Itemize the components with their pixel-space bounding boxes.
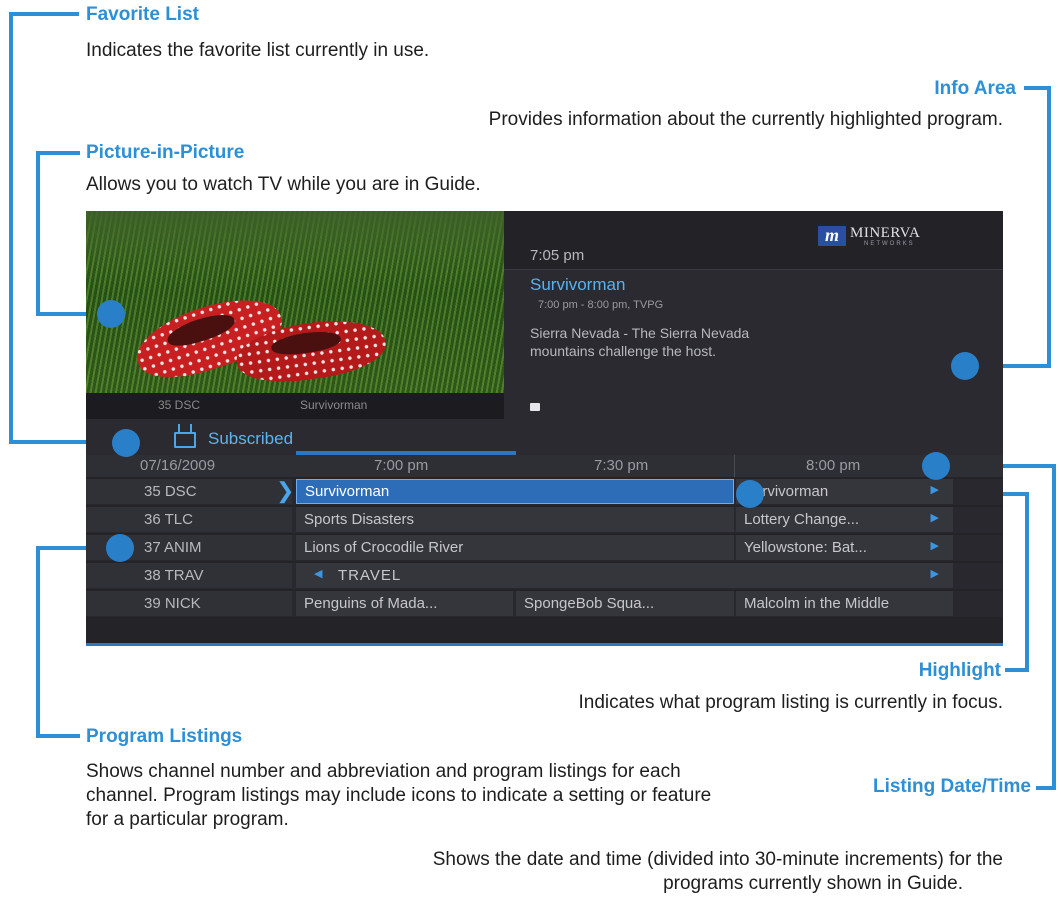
logo-subtext: NETWORKS: [864, 241, 915, 247]
listing-date: 07/16/2009: [140, 457, 216, 474]
info-area-title: Info Area: [934, 78, 1016, 99]
time-slot-3: 8:00 pm: [806, 457, 861, 474]
guide-screen: 35 DSC Survivorman 7:05 pm m MINERVA NET…: [86, 211, 1003, 646]
pip-channel: 35 DSC: [158, 398, 201, 412]
favorite-list-name: Subscribed: [208, 429, 294, 448]
continues-right-icon: ▶: [930, 568, 939, 580]
highlight-connector: [1025, 492, 1029, 672]
program-cell[interactable]: Lions of Crocodile River: [296, 535, 734, 560]
program-title: Survivorman: [530, 275, 626, 294]
time-slot-1: 7:00 pm: [374, 457, 429, 474]
pip-video[interactable]: [86, 211, 504, 393]
row-focus-chevron-icon: ❯: [276, 478, 295, 503]
continues-right-icon: ▶: [930, 540, 939, 552]
program-cell[interactable]: Malcolm in the Middle: [736, 591, 953, 616]
listing-datetime-marker: [922, 452, 950, 480]
listing-datetime-connector: [1052, 464, 1056, 790]
time-header: 07/16/2009 7:00 pm 7:30 pm 8:00 pm: [86, 455, 1003, 477]
program-cell[interactable]: ◀ TRAVEL ▶: [296, 563, 953, 588]
program-cell[interactable]: Lottery Change... ▶: [736, 507, 953, 532]
table-row: 39 NICK Penguins of Mada... SpongeBob Sq…: [86, 591, 1003, 617]
closed-caption-icon: [530, 403, 540, 411]
pip-marker: [97, 300, 125, 328]
channel-cell[interactable]: 38 TRAV: [86, 563, 292, 588]
table-row: 35 DSC ❯ Survivorman Survivorman ▶: [86, 479, 1003, 505]
continues-right-icon: ▶: [930, 484, 939, 496]
clock: 7:05 pm: [530, 247, 585, 264]
program-cell-highlighted[interactable]: Survivorman: [296, 479, 734, 504]
favorite-list-title: Favorite List: [86, 4, 199, 25]
program-cell[interactable]: Survivorman ▶: [736, 479, 953, 504]
program-desc-line-2: mountains challenge the host.: [530, 343, 717, 359]
program-cell[interactable]: Sports Disasters: [296, 507, 734, 532]
favorite-list-bar[interactable]: Subscribed: [86, 419, 1003, 455]
program-desc-line-1: Sierra Nevada - The Sierra Nevada: [530, 325, 750, 341]
logo-text: MINERVA: [850, 225, 921, 241]
program-listings-desc: Shows channel number and abbreviation an…: [86, 761, 712, 830]
program-cell[interactable]: Penguins of Mada...: [296, 591, 513, 616]
table-row: 36 TLC Sports Disasters Lottery Change..…: [86, 507, 1003, 533]
channel-cell[interactable]: 36 TLC: [86, 507, 292, 532]
info-area-connector: [1047, 86, 1051, 368]
channel-cell[interactable]: 35 DSC: [86, 479, 292, 504]
info-area-desc: Provides information about the currently…: [488, 109, 1003, 130]
info-area: 7:05 pm m MINERVA NETWORKS Survivorman 7…: [504, 211, 1003, 441]
highlight-title: Highlight: [918, 660, 1001, 681]
highlight-desc: Indicates what program listing is curren…: [578, 692, 1003, 713]
minerva-logo: m MINERVA NETWORKS: [818, 225, 948, 249]
program-listings-marker: [106, 534, 134, 562]
favorite-list-desc: Indicates the favorite list currently in…: [86, 40, 430, 61]
favorite-list-marker: [112, 429, 140, 457]
continues-left-icon: ◀: [314, 568, 323, 580]
pip-caption: 35 DSC Survivorman: [86, 393, 504, 419]
time-slot-2: 7:30 pm: [594, 457, 649, 474]
listing-datetime-desc: Shows the date and time (divided into 30…: [432, 849, 1003, 894]
table-row: 37 ANIM Lions of Crocodile River Yellows…: [86, 535, 1003, 561]
program-cell[interactable]: Yellowstone: Bat... ▶: [736, 535, 953, 560]
highlight-marker: [736, 480, 764, 508]
info-area-marker: [951, 352, 979, 380]
channel-cell[interactable]: 39 NICK: [86, 591, 292, 616]
pip-desc: Allows you to watch TV while you are in …: [86, 174, 481, 195]
listing-datetime-title: Listing Date/Time: [872, 776, 1031, 797]
tv-antenna-icon: [178, 424, 192, 432]
program-listings-connector: [36, 546, 40, 738]
logo-mark: m: [818, 226, 846, 246]
pip-connector: [36, 151, 40, 316]
program-listings-title: Program Listings: [86, 726, 243, 747]
program-meta: 7:00 pm - 8:00 pm, TVPG: [538, 299, 664, 311]
table-row: 38 TRAV ◀ TRAVEL ▶: [86, 563, 1003, 589]
pip-title: Picture-in-Picture: [86, 142, 245, 163]
program-cell[interactable]: SpongeBob Squa...: [516, 591, 734, 616]
tv-icon: [174, 432, 196, 448]
continues-right-icon: ▶: [930, 512, 939, 524]
pip-program: Survivorman: [300, 398, 368, 412]
favorite-list-connector: [9, 12, 13, 444]
